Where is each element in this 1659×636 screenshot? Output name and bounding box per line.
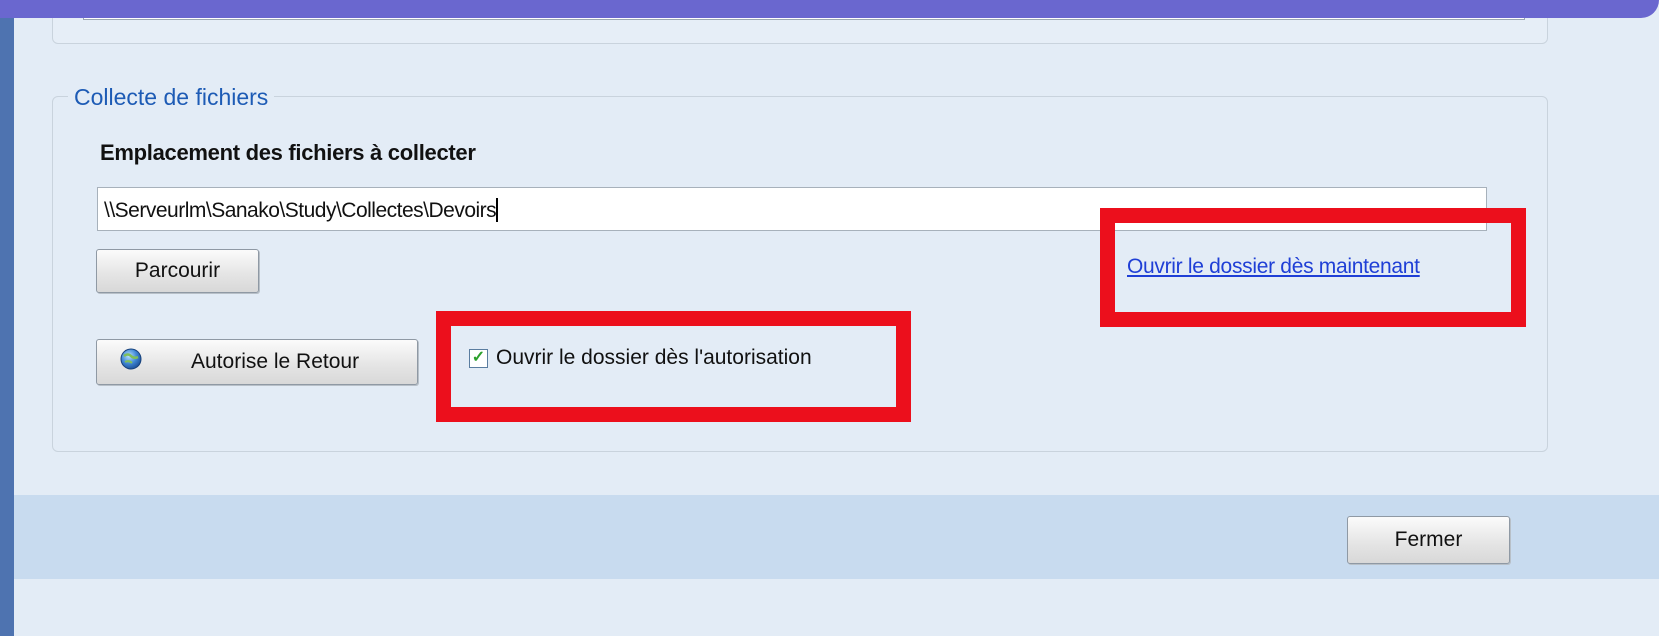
highlight-box-open-on-allow bbox=[436, 311, 911, 422]
browse-button[interactable]: Parcourir bbox=[96, 249, 259, 293]
dialog-footer-strip bbox=[14, 579, 1659, 636]
dialog-content: Collecte de fichiers Emplacement des fic… bbox=[14, 0, 1659, 636]
globe-icon bbox=[119, 347, 143, 377]
allow-return-button-label: Autorise le Retour bbox=[191, 350, 360, 373]
close-button[interactable]: Fermer bbox=[1347, 516, 1510, 564]
dialog-window: Collecte de fichiers Emplacement des fic… bbox=[0, 0, 1659, 636]
presentation-banner bbox=[0, 0, 1659, 18]
groupbox-title: Collecte de fichiers bbox=[68, 84, 275, 111]
highlight-box-open-now bbox=[1100, 208, 1526, 327]
close-button-label: Fermer bbox=[1394, 528, 1463, 551]
window-left-border bbox=[0, 0, 14, 636]
location-label: Emplacement des fichiers à collecter bbox=[100, 140, 476, 165]
location-value: \\Serveurlm\Sanako\Study\Collectes\Devoi… bbox=[104, 199, 497, 222]
browse-button-label: Parcourir bbox=[134, 259, 221, 282]
text-caret bbox=[496, 198, 499, 222]
allow-return-button[interactable]: Autorise le Retour bbox=[96, 339, 418, 385]
